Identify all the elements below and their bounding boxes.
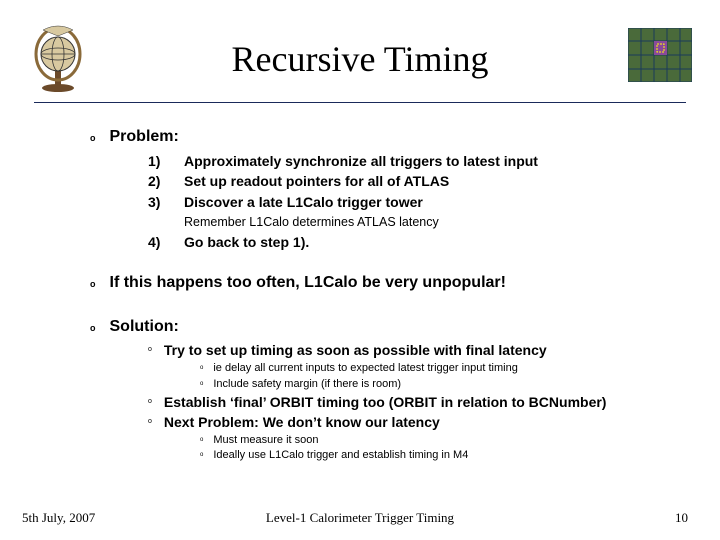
section-problem: o Problem: (90, 126, 690, 148)
solution-item-3a: o Must measure it soon (200, 433, 690, 448)
step-text: Set up readout pointers for all of ATLAS (184, 172, 449, 191)
solution-heading: Solution: (110, 316, 179, 338)
bullet-icon: o (200, 436, 203, 444)
title-divider (34, 102, 686, 103)
item-text: Try to set up timing as soon as possible… (164, 341, 547, 360)
problem-heading: Problem: (110, 126, 179, 148)
item-text: Establish ‘final’ ORBIT timing too (ORBI… (164, 393, 607, 412)
note-text: Remember L1Calo determines ATLAS latency (184, 214, 439, 231)
step-number: 3) (148, 193, 184, 212)
bullet-icon: o (148, 417, 152, 426)
bullet-icon: o (90, 322, 96, 334)
item-text: Next Problem: We don’t know our latency (164, 413, 440, 432)
section-warning: o If this happens too often, L1Calo be v… (90, 272, 690, 294)
problem-step-3: 3) Discover a late L1Calo trigger tower (148, 193, 690, 212)
bullet-icon: o (148, 345, 152, 354)
item-text: Ideally use L1Calo trigger and establish… (213, 448, 468, 463)
bullet-icon: o (90, 278, 96, 290)
step-text: Go back to step 1). (184, 233, 309, 252)
item-text: Include safety margin (if there is room) (213, 377, 401, 392)
warning-text: If this happens too often, L1Calo be ver… (110, 272, 506, 294)
problem-step-1: 1) Approximately synchronize all trigger… (148, 152, 690, 171)
solution-item-1a: o ie delay all current inputs to expecte… (200, 361, 690, 376)
solution-item-1b: o Include safety margin (if there is roo… (200, 377, 690, 392)
problem-step-2: 2) Set up readout pointers for all of AT… (148, 172, 690, 191)
footer-title: Level-1 Calorimeter Trigger Timing (0, 510, 720, 526)
step-number: 1) (148, 152, 184, 171)
item-text: ie delay all current inputs to expected … (213, 361, 518, 376)
page-title: Recursive Timing (0, 38, 720, 80)
bullet-icon: o (200, 451, 203, 459)
bullet-icon: o (148, 397, 152, 406)
step-text: Discover a late L1Calo trigger tower (184, 193, 423, 212)
solution-item-3: o Next Problem: We don’t know our latenc… (148, 413, 690, 432)
solution-item-2: o Establish ‘final’ ORBIT timing too (OR… (148, 393, 690, 412)
bullet-icon: o (200, 380, 203, 388)
solution-item-1: o Try to set up timing as soon as possib… (148, 341, 690, 360)
slide-content: o Problem: 1) Approximately synchronize … (90, 120, 690, 464)
item-text: Must measure it soon (213, 433, 318, 448)
step-number: 4) (148, 233, 184, 252)
step-number: 2) (148, 172, 184, 191)
step-text: Approximately synchronize all triggers t… (184, 152, 538, 171)
problem-step-4: 4) Go back to step 1). (148, 233, 690, 252)
section-solution: o Solution: (90, 316, 690, 338)
bullet-icon: o (200, 364, 203, 372)
slide: Recursive Timing o Problem: 1) Approxima… (0, 0, 720, 540)
solution-item-3b: o Ideally use L1Calo trigger and establi… (200, 448, 690, 463)
bullet-icon: o (90, 132, 96, 144)
problem-note: Remember L1Calo determines ATLAS latency (184, 214, 690, 231)
footer-page-number: 10 (675, 510, 688, 526)
